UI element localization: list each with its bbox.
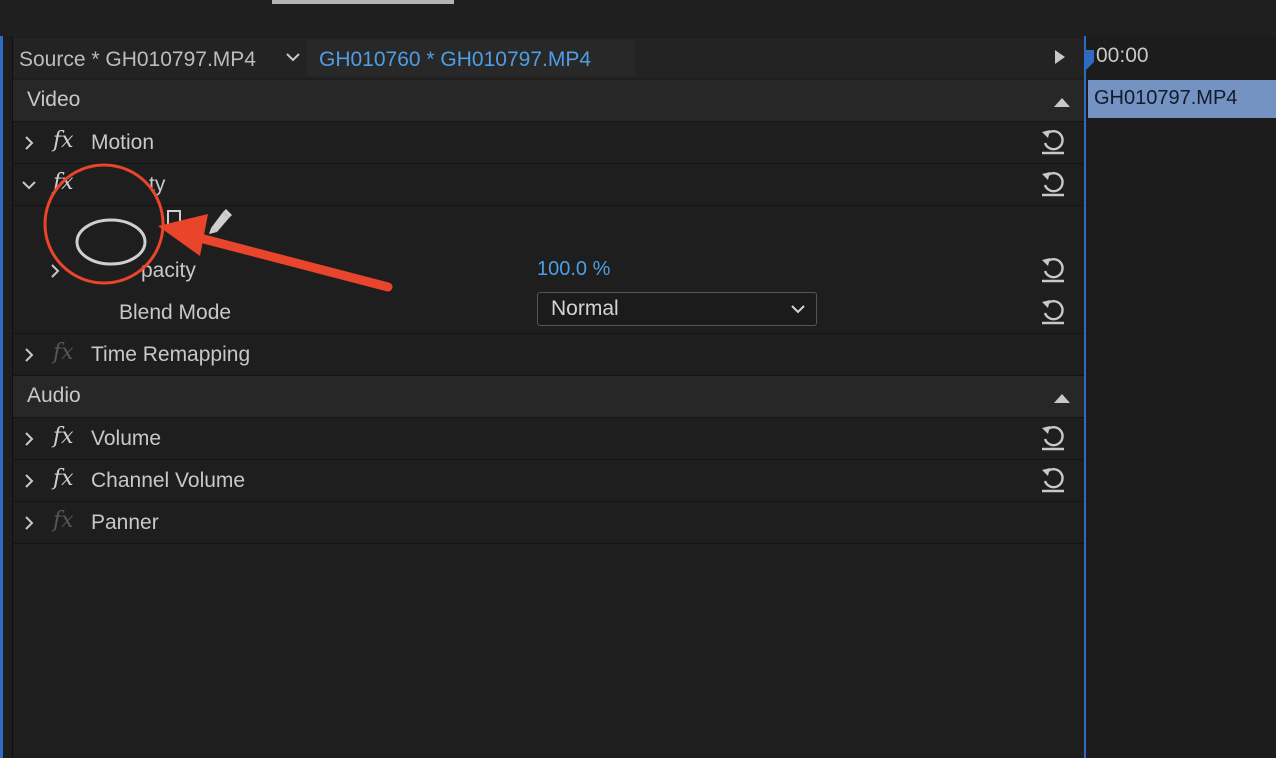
effect-row-motion[interactable]: fx Motion xyxy=(13,122,1085,164)
panel-tab-bar: Source * GH010797.MP4 GH010760 * GH01079… xyxy=(13,38,1085,78)
param-row-opacity[interactable]: pacity 100.0 % xyxy=(13,250,1085,292)
pen-icon[interactable] xyxy=(203,206,233,236)
play-arrow-icon[interactable] xyxy=(1053,48,1067,66)
tab-source[interactable]: Source * GH010797.MP4 xyxy=(19,48,256,72)
reset-icon[interactable] xyxy=(1039,422,1067,452)
tab-effect-controls-active[interactable]: GH010760 * GH010797.MP4 xyxy=(307,40,635,76)
fx-icon[interactable]: fx xyxy=(53,170,74,195)
top-strip xyxy=(0,0,1276,36)
effect-row-channel-volume[interactable]: fx Channel Volume xyxy=(13,460,1085,502)
effect-name-motion: Motion xyxy=(91,131,155,154)
chevron-right-icon[interactable] xyxy=(21,514,37,532)
top-tab-indicator[interactable] xyxy=(272,0,454,4)
audio-section-label: Audio xyxy=(27,384,81,407)
effect-row-panner[interactable]: fx Panner xyxy=(13,502,1085,544)
video-section-header[interactable]: Video xyxy=(13,80,1085,122)
reset-icon[interactable] xyxy=(1039,254,1067,284)
collapse-triangle-icon[interactable] xyxy=(1053,96,1071,108)
fx-icon: fx xyxy=(53,508,74,533)
effect-name-panner: Panner xyxy=(91,511,159,534)
effect-name-volume: Volume xyxy=(91,427,162,450)
panel-focus-edge xyxy=(0,36,3,758)
chevron-down-icon xyxy=(791,305,805,314)
playhead-icon[interactable] xyxy=(1084,50,1096,72)
effect-row-opacity[interactable]: fx ty xyxy=(13,164,1085,206)
fx-icon[interactable]: fx xyxy=(53,128,74,153)
reset-icon[interactable] xyxy=(1039,168,1067,198)
fx-icon: fx xyxy=(53,340,74,365)
audio-section-header[interactable]: Audio xyxy=(13,376,1085,418)
reset-icon[interactable] xyxy=(1039,296,1067,326)
video-section-label: Video xyxy=(27,88,81,111)
blend-mode-value: Normal xyxy=(551,297,619,320)
effect-name-channel-volume: Channel Volume xyxy=(91,469,246,492)
effect-row-time-remapping[interactable]: fx Time Remapping xyxy=(13,334,1085,376)
chevron-right-icon[interactable] xyxy=(21,134,37,152)
reset-icon[interactable] xyxy=(1039,464,1067,494)
fx-icon[interactable]: fx xyxy=(53,424,74,449)
chevron-right-icon[interactable] xyxy=(21,472,37,490)
effect-row-volume[interactable]: fx Volume xyxy=(13,418,1085,460)
chevron-down-icon[interactable] xyxy=(283,50,303,66)
chevron-right-icon[interactable] xyxy=(47,262,63,280)
effect-name-time-remapping: Time Remapping xyxy=(91,343,251,366)
chevron-right-icon[interactable] xyxy=(21,346,37,364)
rectangle-mask-icon[interactable] xyxy=(167,210,181,228)
clip-name: GH010797.MP4 xyxy=(1094,87,1238,109)
mini-timeline: 00:00 GH010797.MP4 xyxy=(1084,36,1276,758)
reset-icon[interactable] xyxy=(1039,126,1067,156)
tab-active-label: GH010760 * GH010797.MP4 xyxy=(319,48,592,71)
timeline-timecode: 00:00 xyxy=(1096,44,1149,67)
fx-icon[interactable]: fx xyxy=(53,466,74,491)
collapse-triangle-icon[interactable] xyxy=(1053,392,1071,404)
param-name-opacity: pacity xyxy=(141,259,196,282)
mask-tools-row xyxy=(13,206,1085,266)
opacity-value[interactable]: 100.0 % xyxy=(537,258,610,281)
param-name-blend-mode: Blend Mode xyxy=(119,301,232,324)
effect-controls-panel: Source * GH010797.MP4 GH010760 * GH01079… xyxy=(12,36,1085,758)
effect-name-opacity: ty xyxy=(149,173,166,196)
chevron-right-icon[interactable] xyxy=(21,430,37,448)
timeline-clip[interactable]: GH010797.MP4 xyxy=(1088,80,1276,118)
blend-mode-dropdown[interactable]: Normal xyxy=(537,292,817,326)
chevron-down-icon[interactable] xyxy=(21,176,37,194)
